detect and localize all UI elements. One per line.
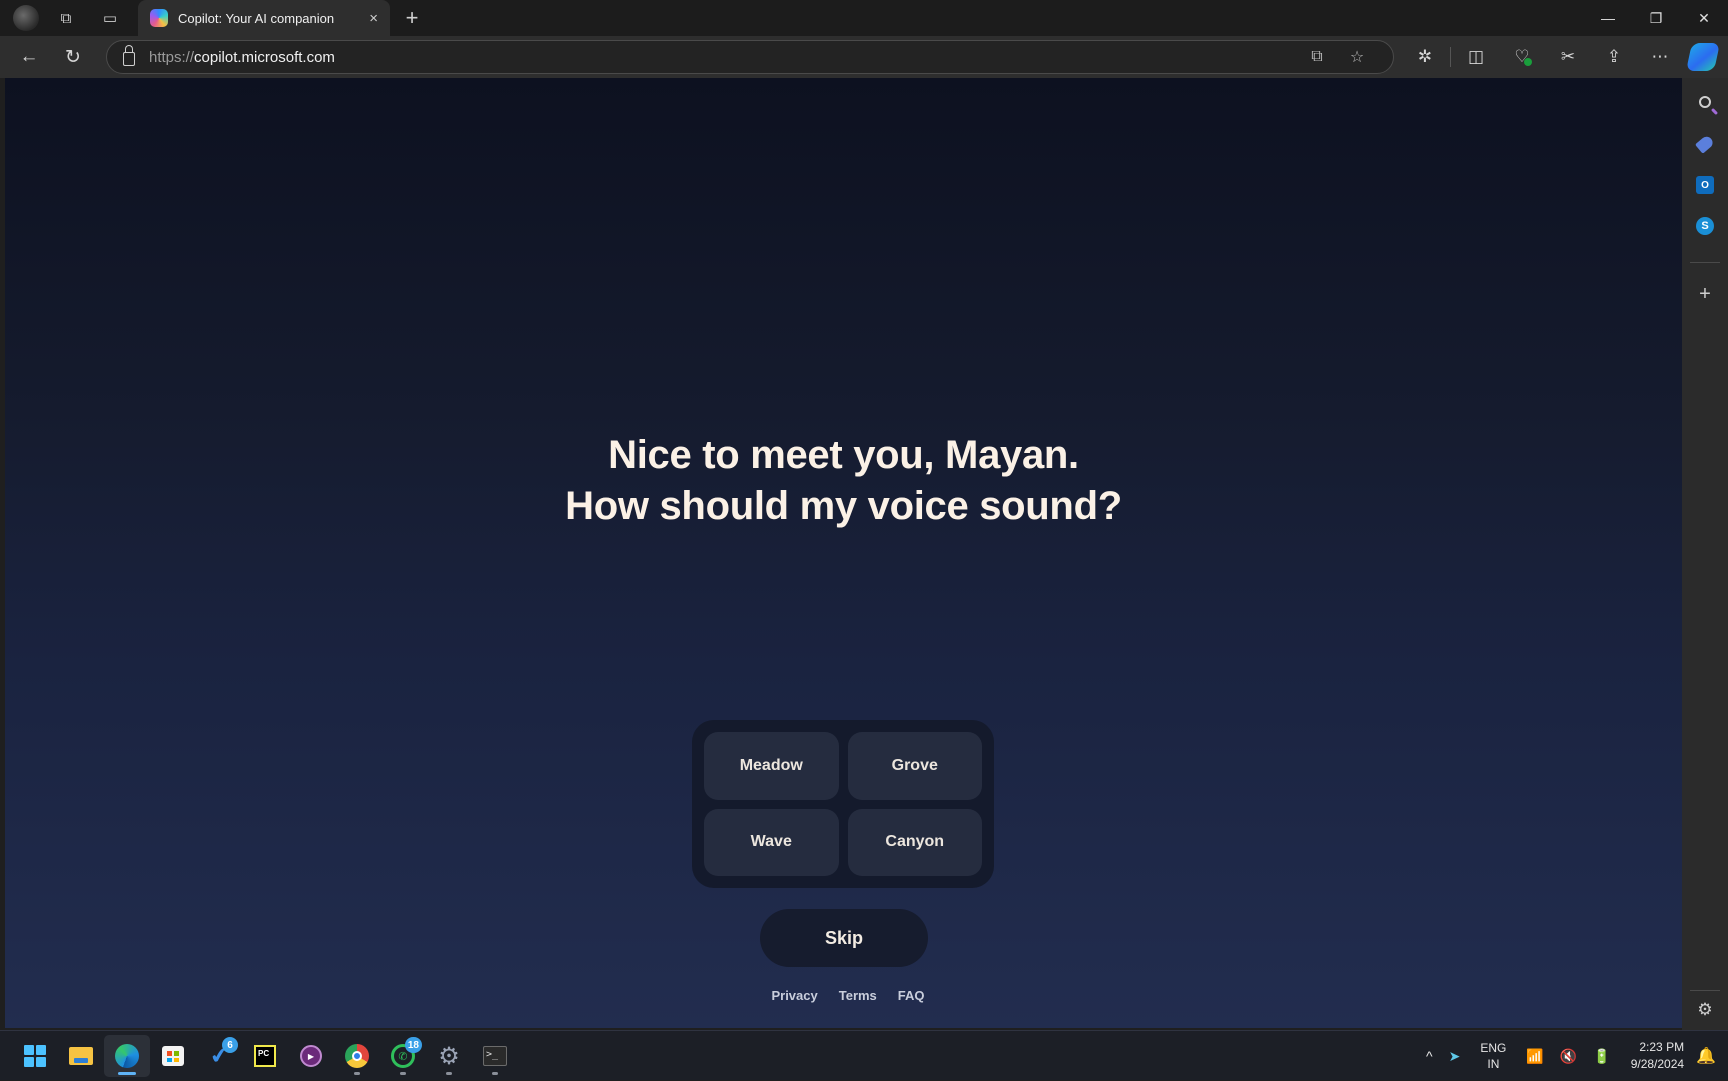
- settings-gear-icon: ⚙: [438, 1042, 460, 1070]
- time-text: 2:23 PM: [1639, 1040, 1685, 1054]
- voice-option-grove[interactable]: Grove: [847, 732, 982, 800]
- taskbar-chrome[interactable]: [334, 1035, 380, 1077]
- minimize-button[interactable]: —: [1584, 0, 1632, 36]
- outlook-icon: O: [1696, 176, 1714, 194]
- chrome-icon: [345, 1044, 369, 1068]
- voice-option-canyon[interactable]: Canyon: [847, 808, 982, 876]
- notification-badge: 6: [222, 1037, 238, 1053]
- terminal-icon: >_: [483, 1046, 507, 1066]
- taskbar-apps: ✔ 6 PC ▶ ✆ 18 ⚙ >_: [12, 1035, 518, 1077]
- faq-link[interactable]: FAQ: [898, 988, 925, 1003]
- refresh-button[interactable]: ↻: [51, 36, 95, 78]
- system-tray: ^ ➤ ENG IN 📶 🔇 🔋 2:23 PM 9/28/2024 🔔: [1418, 1031, 1728, 1081]
- sidebar-divider: [1690, 990, 1720, 991]
- web-capture-icon[interactable]: ✂: [1545, 36, 1591, 78]
- sidebar-item-skype[interactable]: S: [1691, 212, 1719, 240]
- start-button[interactable]: [12, 1035, 58, 1077]
- vertical-tabs-icon[interactable]: ▭: [88, 0, 132, 36]
- address-bar[interactable]: https://copilot.microsoft.com ⧉ ☆: [106, 40, 1394, 74]
- voice-option-wave[interactable]: Wave: [704, 808, 839, 876]
- language-indicator[interactable]: ENG IN: [1468, 1031, 1518, 1081]
- privacy-link[interactable]: Privacy: [771, 988, 817, 1003]
- title-bar: ⧉ ▭ Copilot: Your AI companion × + — ❐ ✕: [0, 0, 1728, 36]
- onboarding-headline: Nice to meet you, Mayan. How should my v…: [5, 430, 1682, 532]
- question-line: How should my voice sound?: [565, 484, 1122, 528]
- window-controls: — ❐ ✕: [1584, 0, 1728, 36]
- toolbar-actions: ✲ ◫ ♡ ✂ ⇪ ⋯: [1402, 36, 1720, 78]
- sidebar-settings-icon[interactable]: ⚙: [1691, 996, 1719, 1024]
- location-icon[interactable]: ➤: [1441, 1031, 1469, 1081]
- clock[interactable]: 2:23 PM 9/28/2024: [1619, 1031, 1692, 1081]
- more-options-icon[interactable]: ⋯: [1637, 36, 1683, 78]
- edge-icon: [115, 1044, 139, 1068]
- taskbar-terminal[interactable]: >_: [472, 1035, 518, 1077]
- volume-muted-icon[interactable]: 🔇: [1552, 1031, 1585, 1081]
- new-tab-button[interactable]: +: [398, 0, 426, 36]
- windows-logo-icon: [24, 1045, 46, 1067]
- battery-charging-icon[interactable]: 🔋: [1585, 1031, 1618, 1081]
- browser-essentials-icon[interactable]: ♡: [1499, 36, 1545, 78]
- store-icon: [162, 1046, 184, 1066]
- status-dot: [1524, 58, 1532, 66]
- close-tab-icon[interactable]: ×: [369, 10, 378, 27]
- notification-badge: 18: [404, 1037, 422, 1053]
- toolbar-divider: [1450, 47, 1451, 67]
- footer-links: Privacy Terms FAQ: [5, 988, 1682, 1003]
- edge-sidebar: O S + ⚙: [1682, 78, 1728, 1030]
- extensions-icon[interactable]: ✲: [1402, 36, 1448, 78]
- terms-link[interactable]: Terms: [839, 988, 877, 1003]
- voice-option-meadow[interactable]: Meadow: [704, 732, 839, 800]
- copilot-icon: [150, 9, 168, 27]
- taskbar-settings[interactable]: ⚙: [426, 1035, 472, 1077]
- restore-button[interactable]: ❐: [1632, 0, 1680, 36]
- copilot-sidebar-button[interactable]: [1686, 43, 1720, 71]
- tray-overflow-chevron-icon[interactable]: ^: [1418, 1031, 1441, 1081]
- media-player-icon: ▶: [300, 1045, 322, 1067]
- sidebar-item-search[interactable]: [1691, 88, 1719, 116]
- open-in-app-icon[interactable]: ⧉: [1297, 40, 1337, 74]
- sidebar-add-button[interactable]: +: [1691, 280, 1719, 308]
- share-icon[interactable]: ⇪: [1591, 36, 1637, 78]
- taskbar-file-explorer[interactable]: [58, 1035, 104, 1077]
- date-text: 9/28/2024: [1630, 1057, 1685, 1071]
- taskbar-todo[interactable]: ✔ 6: [196, 1035, 242, 1077]
- taskbar-store[interactable]: [150, 1035, 196, 1077]
- url-text[interactable]: https://copilot.microsoft.com: [149, 49, 1297, 66]
- taskbar-media-player[interactable]: ▶: [288, 1035, 334, 1077]
- sidebar-divider: [1690, 262, 1720, 263]
- back-button[interactable]: ←: [7, 36, 51, 78]
- profile-avatar: [13, 5, 39, 31]
- tab-copilot[interactable]: Copilot: Your AI companion ×: [138, 0, 390, 36]
- windows-taskbar: ✔ 6 PC ▶ ✆ 18 ⚙ >_ ^ ➤ ENG IN 📶 🔇 🔋 2:23…: [0, 1030, 1728, 1080]
- greeting-line: Nice to meet you, Mayan.: [608, 433, 1079, 477]
- skype-icon: S: [1696, 217, 1714, 235]
- close-window-button[interactable]: ✕: [1680, 0, 1728, 36]
- taskbar-pycharm[interactable]: PC: [242, 1035, 288, 1077]
- voice-options-grid: Meadow Grove Wave Canyon: [692, 720, 994, 888]
- taskbar-edge[interactable]: [104, 1035, 150, 1077]
- browser-toolbar: ← ↻ https://copilot.microsoft.com ⧉ ☆ ✲ …: [0, 36, 1728, 78]
- tag-icon: [1695, 134, 1715, 154]
- notification-bell-icon[interactable]: 🔔: [1692, 1031, 1728, 1081]
- profile-button[interactable]: [0, 0, 44, 36]
- sidebar-item-shopping[interactable]: [1691, 130, 1719, 158]
- skip-button[interactable]: Skip: [760, 909, 928, 967]
- tab-title: Copilot: Your AI companion: [178, 10, 335, 26]
- lock-icon[interactable]: [123, 45, 135, 66]
- taskbar-whatsapp[interactable]: ✆ 18: [380, 1035, 426, 1077]
- sidebar-item-outlook[interactable]: O: [1691, 171, 1719, 199]
- wifi-icon[interactable]: 📶: [1518, 1031, 1551, 1081]
- search-icon: [1699, 96, 1719, 116]
- favorite-star-icon[interactable]: ☆: [1337, 40, 1377, 74]
- split-screen-icon[interactable]: ◫: [1453, 36, 1499, 78]
- copilot-page: Nice to meet you, Mayan. How should my v…: [5, 78, 1682, 1028]
- folder-icon: [69, 1047, 93, 1065]
- workspaces-icon[interactable]: ⧉: [44, 0, 88, 36]
- pycharm-icon: PC: [254, 1045, 276, 1067]
